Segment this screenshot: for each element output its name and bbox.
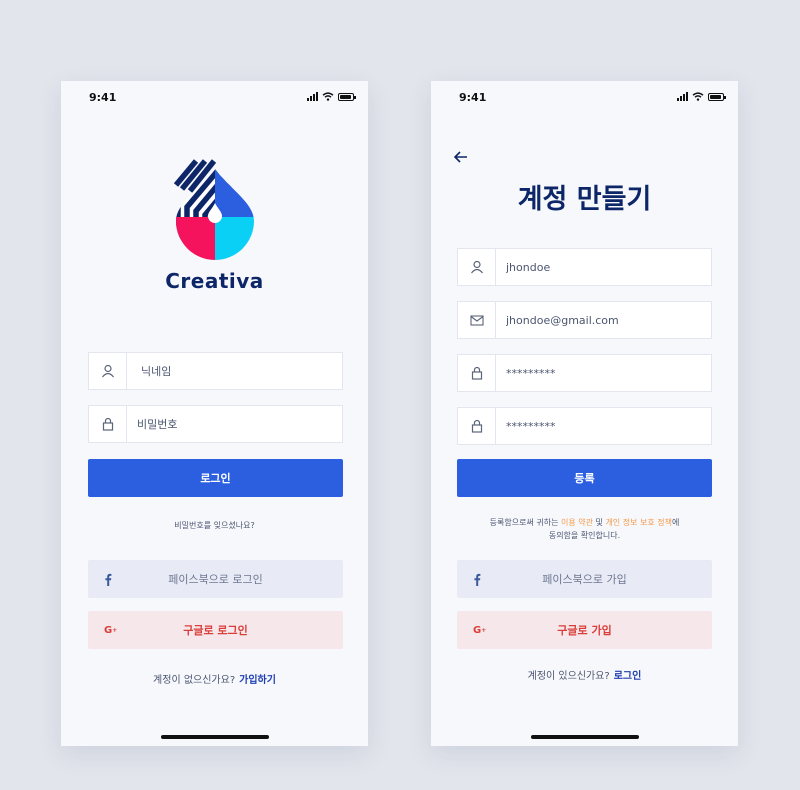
facebook-signup-button[interactable]: 페이스북으로 가입 <box>457 560 712 598</box>
status-bar: 9:41 <box>89 91 356 105</box>
terms-prefix: 등록함으로써 귀하는 <box>489 518 561 527</box>
mail-icon <box>458 302 496 338</box>
google-signup-button[interactable]: G + 구글로 가입 <box>457 611 712 649</box>
brand-name: Creativa <box>165 269 264 293</box>
terms-and: 및 <box>592 518 606 527</box>
facebook-login-button[interactable]: 페이스북으로 로그인 <box>88 560 343 598</box>
login-prompt-text: 계정이 있으신가요? <box>527 671 610 682</box>
wifi-icon <box>322 92 334 101</box>
lock-icon <box>89 406 127 442</box>
creativa-logo <box>173 159 254 260</box>
terms-of-use-link[interactable]: 이용 약관 <box>561 518 593 527</box>
nickname-input[interactable] <box>127 352 342 390</box>
battery-icon <box>338 92 356 101</box>
confirm-password-input[interactable] <box>496 407 711 445</box>
email-input[interactable] <box>496 301 711 339</box>
terms-notice: 등록함으로써 귀하는 이용 약관 및 개인 정보 보호 정책에 동의함을 확인합… <box>431 516 738 542</box>
signup-link[interactable]: 가입하기 <box>239 675 276 686</box>
login-link[interactable]: 로그인 <box>614 671 642 682</box>
username-input[interactable] <box>496 248 711 286</box>
page-title: 계정 만들기 <box>517 184 652 215</box>
login-button[interactable]: 로그인 <box>88 459 343 497</box>
password-input[interactable] <box>127 405 342 443</box>
user-icon <box>458 249 496 285</box>
user-icon <box>89 353 127 389</box>
email-field[interactable] <box>457 301 712 339</box>
signal-icon <box>307 92 318 101</box>
terms-suffix: 에 <box>671 518 680 527</box>
google-login-button[interactable]: G + 구글로 로그인 <box>88 611 343 649</box>
wifi-icon <box>692 92 704 101</box>
confirm-password-field[interactable] <box>457 407 712 445</box>
google-login-label: 구글로 로그인 <box>183 624 248 637</box>
battery-icon <box>708 92 726 101</box>
signal-icon <box>677 92 688 101</box>
terms-confirm-text: 동의함을 확인합니다. <box>548 531 621 540</box>
google-signup-label: 구글로 가입 <box>557 624 612 637</box>
lock-icon <box>458 408 496 444</box>
username-field[interactable] <box>457 248 712 286</box>
password-field[interactable] <box>457 354 712 392</box>
home-indicator <box>531 735 639 739</box>
login-screen: 9:41 Creativa 닉네임 로그인 비밀번호를 잊으셨나요? 페이스북으… <box>61 81 368 746</box>
status-time: 9:41 <box>89 91 117 104</box>
privacy-policy-link[interactable]: 개인 정보 보호 정책 <box>605 518 672 527</box>
status-time: 9:41 <box>459 91 487 104</box>
home-indicator <box>161 735 269 739</box>
login-prompt: 계정이 있으신가요? 로그인 <box>431 667 738 682</box>
forgot-password-link[interactable]: 비밀번호를 잊으셨나요? <box>61 520 368 531</box>
nickname-field[interactable] <box>88 352 343 390</box>
password-field[interactable] <box>88 405 343 443</box>
facebook-login-label: 페이스북으로 로그인 <box>168 573 263 586</box>
lock-icon <box>458 355 496 391</box>
status-icons <box>307 92 356 101</box>
status-icons <box>677 92 726 101</box>
register-button[interactable]: 등록 <box>457 459 712 497</box>
status-bar: 9:41 <box>459 91 726 105</box>
arrow-left-icon[interactable] <box>453 149 469 165</box>
password-input[interactable] <box>496 354 711 392</box>
facebook-signup-label: 페이스북으로 가입 <box>542 573 627 586</box>
signup-screen: 9:41 계정 만들기 등록 등록함으로써 귀하는 이용 약관 <box>431 81 738 746</box>
signup-prompt: 계정이 없으신가요? 가입하기 <box>61 671 368 686</box>
signup-prompt-text: 계정이 없으신가요? <box>153 675 236 686</box>
